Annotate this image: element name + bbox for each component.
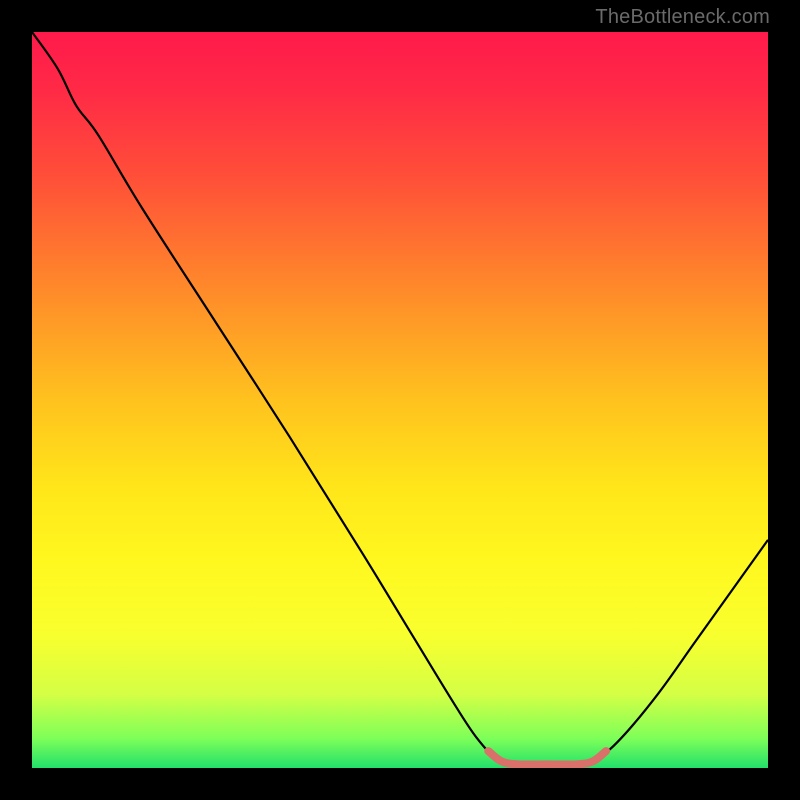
chart-container: TheBottleneck.com: [0, 0, 800, 800]
plot-area: [32, 32, 768, 768]
watermark-text: TheBottleneck.com: [595, 6, 770, 29]
gradient-background: [32, 32, 768, 768]
chart-svg: [32, 32, 768, 768]
